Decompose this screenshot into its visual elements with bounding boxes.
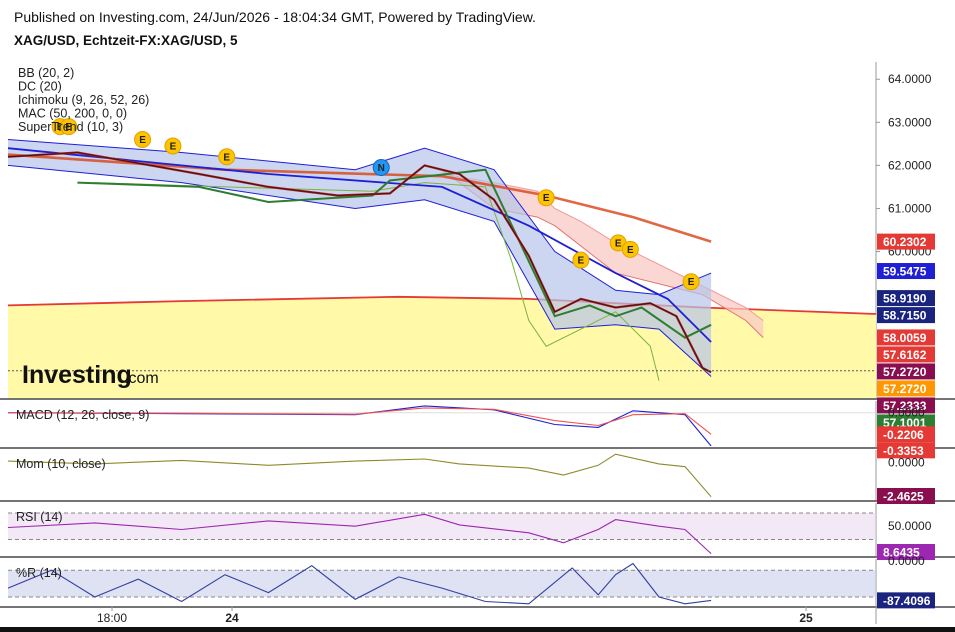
logo-suffix: .com (124, 370, 159, 387)
x-tick-label: 18:00 (97, 611, 127, 625)
event-badge-label: E (627, 245, 634, 256)
price-label-value: 58.7150 (883, 309, 927, 323)
price-indicator-label: BB (20, 2) (18, 66, 74, 80)
event-marker: E (621, 240, 639, 258)
indicator-y-tick-label: 50.0000 (888, 519, 932, 533)
price-indicator-label: DC (20) (18, 80, 62, 94)
price-label-value: 57.2720 (883, 365, 927, 379)
indicator-title: Mom (10, close) (16, 457, 106, 471)
y-tick-label: 61.0000 (888, 201, 932, 215)
indicator-value-label: -0.2206 (883, 428, 924, 442)
price-label-value: 57.6162 (883, 348, 927, 362)
event-marker: E (572, 251, 590, 269)
price-label-value: 58.9190 (883, 292, 927, 306)
y-tick-label: 64.0000 (888, 72, 932, 86)
price-label-value: 57.2720 (883, 382, 927, 396)
indicator-y-tick-label: 0.0000 (888, 456, 925, 470)
event-marker: E (682, 273, 700, 291)
price-indicator-label: Ichimoku (9, 26, 52, 26) (18, 93, 149, 107)
event-badge-label: E (688, 277, 695, 288)
indicator-value-label: -2.4625 (883, 490, 924, 504)
event-marker: E (134, 131, 152, 149)
price-label-value: 60.2302 (883, 235, 927, 249)
bottom-bar (0, 627, 955, 632)
event-marker: N (372, 159, 390, 177)
indicator-title: RSI (14) (16, 510, 63, 524)
event-marker: E (218, 148, 236, 166)
event-badge-label: E (139, 135, 146, 146)
event-badge-label: E (170, 142, 177, 153)
event-marker: E (537, 189, 555, 207)
y-tick-label: 62.0000 (888, 158, 932, 172)
price-label-value: 59.5475 (883, 265, 927, 279)
event-marker: E (164, 137, 182, 155)
indicator-title: %R (14) (16, 566, 62, 580)
price-indicator-label: MAC (50, 200, 0, 0) (18, 107, 127, 121)
indicator-value-label: -87.4096 (883, 594, 931, 608)
indicator-band-fill (8, 570, 876, 598)
logo-wordmark: Investing (22, 361, 132, 389)
chart-canvas[interactable]: E EEEENEEEEEBB (20, 2)DC (20)Ichimoku (9,… (0, 0, 955, 632)
x-tick-label: 24 (225, 611, 239, 625)
event-badge-label: N (378, 163, 385, 174)
price-label-value: 58.0059 (883, 331, 927, 345)
indicator-y-tick-label: 0.0000 (888, 406, 925, 420)
x-tick-label: 25 (799, 611, 813, 625)
event-badge-label: E (578, 256, 585, 267)
event-badge-label: E (615, 238, 622, 249)
price-indicator-label: SuperTrend (10, 3) (18, 120, 123, 134)
event-badge-label: E (223, 152, 230, 163)
event-badge-label: E (543, 193, 550, 204)
indicator-y-tick-label: 0.0000 (888, 554, 925, 568)
indicator-title: MACD (12, 26, close, 9) (16, 408, 149, 422)
y-tick-label: 63.0000 (888, 115, 932, 129)
indicator-line (7, 453, 712, 498)
